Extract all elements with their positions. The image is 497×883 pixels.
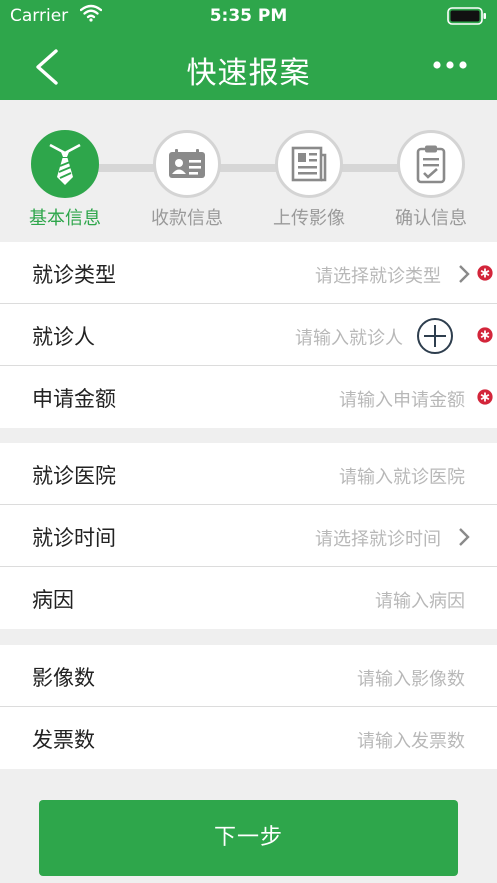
newspaper-icon [291,146,327,182]
clipboard-icon [416,145,446,184]
cause-row: 病因 请输入病因 [0,567,497,629]
image-count-row: 影像数 请输入影像数 [0,645,497,707]
step-circle [31,130,99,198]
patient-input[interactable]: 请输入就诊人 [295,324,403,350]
tie-icon [49,143,81,185]
visit-type-label: 就诊类型 [32,263,116,287]
status-time: 5:35 PM [209,6,288,26]
add-circle-icon[interactable] [416,317,454,355]
patient-row: 就诊人 请输入就诊人 [0,304,497,366]
step-payment-info: 收款信息 [127,130,247,230]
hospital-label: 就诊医院 [32,464,116,488]
step-circle [153,130,221,198]
amount-label: 申请金额 [32,387,116,411]
battery-icon [447,7,486,25]
next-step-button[interactable]: 下一步 [39,800,458,876]
step-circle [397,130,465,198]
page-title: 快速报案 [186,56,311,91]
step-basic-info: 基本信息 [5,130,125,230]
cause-input[interactable]: 请输入病因 [375,587,465,613]
visit-time-label: 就诊时间 [32,526,116,550]
nav-bar: 快速报案 [0,36,497,98]
visit-type-row[interactable]: 就诊类型 请选择就诊类型 [0,242,497,304]
step-confirm-info: 确认信息 [371,130,491,230]
visit-time-select[interactable]: 请选择就诊时间 [315,525,441,551]
required-asterisk-icon [477,327,493,343]
chevron-right-icon [459,528,470,546]
step-upload-images: 上传影像 [249,130,369,230]
amount-input[interactable]: 请输入申请金额 [339,386,465,412]
step-label: 上传影像 [273,208,345,229]
visit-type-select[interactable]: 请选择就诊类型 [315,262,441,288]
header: Carrier 5:35 PM 快速报案 [0,0,497,100]
more-dots-icon[interactable] [433,60,467,70]
hospital-input[interactable]: 请输入就诊医院 [339,463,465,489]
image-count-input[interactable]: 请输入影像数 [357,665,465,691]
status-bar: Carrier 5:35 PM [0,0,497,34]
hospital-row: 就诊医院 请输入就诊医院 [0,443,497,505]
amount-row: 申请金额 请输入申请金额 [0,366,497,428]
form-group-visit: 就诊医院 请输入就诊医院 就诊时间 请选择就诊时间 病因 请输入病因 [0,443,497,629]
visit-time-row[interactable]: 就诊时间 请选择就诊时间 [0,505,497,567]
step-label: 基本信息 [29,208,101,229]
form-group-required: 就诊类型 请选择就诊类型 就诊人 请输入就诊人 申请金额 请输入申请金额 [0,242,497,428]
required-asterisk-icon [477,389,493,405]
required-asterisk-icon [477,265,493,281]
invoice-count-input[interactable]: 请输入发票数 [357,727,465,753]
step-label: 确认信息 [395,208,467,229]
invoice-count-row: 发票数 请输入发票数 [0,707,497,769]
chevron-right-icon [459,265,470,283]
step-circle [275,130,343,198]
step-label: 收款信息 [151,208,223,229]
cause-label: 病因 [32,588,74,612]
patient-label: 就诊人 [32,325,95,349]
form-group-counts: 影像数 请输入影像数 发票数 请输入发票数 [0,645,497,769]
id-card-icon [169,149,205,178]
image-count-label: 影像数 [32,666,95,690]
step-indicator: 基本信息 收款信息 上传影像 确认信息 [0,100,497,248]
invoice-count-label: 发票数 [32,728,95,752]
